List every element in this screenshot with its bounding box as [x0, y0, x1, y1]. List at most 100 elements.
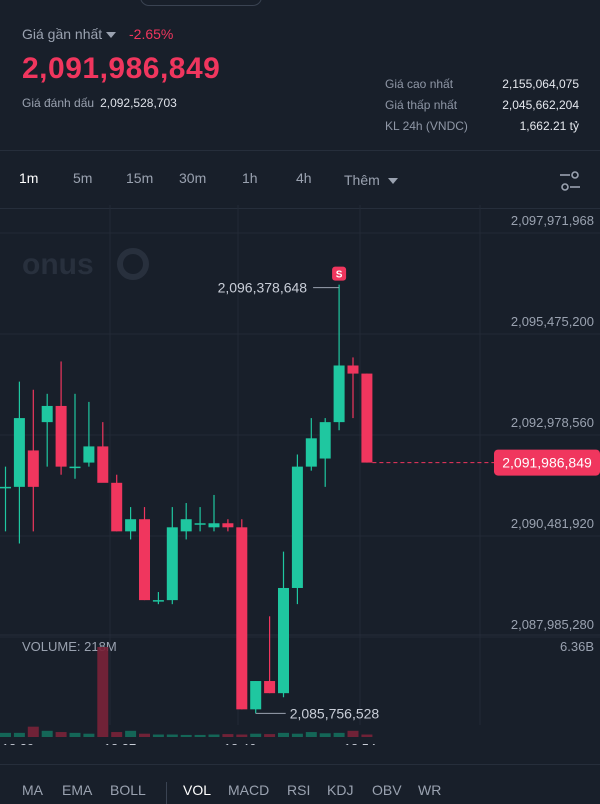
- candle-body: [152, 600, 164, 602]
- candle-body: [55, 405, 67, 467]
- candle-body: [236, 527, 248, 710]
- indicator-obv[interactable]: OBV: [372, 782, 402, 798]
- volume-bar: [264, 734, 276, 737]
- candle-body: [69, 466, 81, 469]
- stat-label: Giá cao nhất: [385, 77, 454, 91]
- high-label: 2,096,378,648: [218, 280, 308, 296]
- mark-price-value: 2,092,528,703: [100, 96, 177, 110]
- volume-bar: [111, 732, 123, 737]
- indicator-vol[interactable]: VOL: [183, 782, 211, 798]
- candle-body: [166, 527, 178, 601]
- candle-body: [222, 523, 234, 528]
- indicator-ma[interactable]: MA: [22, 782, 43, 798]
- candle-body: [278, 587, 289, 694]
- low-label: 2,085,756,528: [290, 705, 380, 721]
- stat-row: KL 24h (VNDC) 1,662.21 tỷ: [385, 119, 579, 140]
- candle-body: [125, 519, 137, 532]
- volume-bar: [152, 734, 164, 737]
- volume-bar: [305, 732, 317, 737]
- candle-body: [305, 438, 317, 467]
- price-header: Giá gần nhất -2.65% 2,091,986,849 Giá đá…: [0, 0, 600, 150]
- candle-body: [347, 365, 359, 374]
- mark-price-row: Giá đánh dấu 2,092,528,703: [22, 96, 177, 110]
- indicator-boll[interactable]: BOLL: [110, 782, 146, 798]
- y-tick-label: 2,090,481,920: [511, 516, 594, 531]
- candle-body: [361, 373, 373, 463]
- volume-bar: [319, 733, 331, 737]
- indicator-ema[interactable]: EMA: [62, 782, 92, 798]
- indicator-bar: MA EMA BOLL VOL MACD RSI KDJ OBV WR: [0, 772, 600, 804]
- stat-label: KL 24h (VNDC): [385, 119, 468, 133]
- candle-body: [27, 450, 39, 487]
- candle-body: [208, 523, 220, 528]
- volume-bar: [333, 732, 345, 737]
- tab-5m[interactable]: 5m: [73, 170, 92, 186]
- tab-30m[interactable]: 30m: [179, 170, 206, 186]
- candle-body: [111, 482, 123, 532]
- x-tick-label: 18:29: [2, 741, 35, 745]
- y-tick-label: 2,092,978,560: [511, 415, 594, 430]
- settings-sliders-icon[interactable]: [558, 170, 582, 192]
- candle-body: [250, 681, 262, 710]
- candle-body: [139, 519, 150, 601]
- volume-bar: [83, 733, 95, 737]
- last-price-label: Giá gần nhất: [22, 26, 103, 42]
- candle-body: [13, 418, 25, 487]
- volume-bar: [0, 732, 11, 737]
- chevron-down-icon: [106, 32, 117, 39]
- candle-body: [291, 466, 303, 588]
- candle-body: [264, 681, 276, 694]
- volume-bar: [69, 732, 81, 737]
- y-tick-label: 2,095,475,200: [511, 314, 594, 329]
- divider: [0, 150, 600, 151]
- volume-bar: [55, 732, 67, 737]
- stat-row: Giá cao nhất 2,155,064,075: [385, 77, 579, 98]
- volume-bar: [208, 734, 220, 737]
- volume-bar: [41, 730, 53, 737]
- volume-bar: [361, 734, 373, 737]
- divider: [0, 764, 600, 765]
- y-tick-label: 2,087,985,280: [511, 617, 594, 632]
- indicator-wr[interactable]: WR: [418, 782, 441, 798]
- tab-15m[interactable]: 15m: [126, 170, 153, 186]
- mark-price-label: Giá đánh dấu: [22, 96, 95, 110]
- last-price-selector[interactable]: Giá gần nhất: [22, 26, 117, 42]
- more-label: Thêm: [344, 172, 380, 188]
- timeframe-bar: 1m 5m 15m 30m 1h 4h Thêm: [0, 160, 600, 200]
- signal-marker-label: S: [336, 270, 343, 281]
- volume-bar: [222, 734, 234, 737]
- volume-bar: [166, 734, 178, 737]
- volume-bar: [347, 730, 359, 737]
- stat-value: 1,662.21 tỷ: [519, 119, 579, 133]
- volume-bar: [180, 734, 192, 737]
- candle-body: [194, 523, 206, 525]
- candle-body: [41, 405, 53, 423]
- candle-body: [97, 446, 109, 483]
- indicator-rsi[interactable]: RSI: [287, 782, 310, 798]
- volume-bar: [278, 732, 289, 737]
- tab-1h[interactable]: 1h: [242, 170, 258, 186]
- stats-panel: Giá cao nhất 2,155,064,075 Giá thấp nhất 2…: [385, 77, 579, 140]
- last-price-value: 2,091,986,849: [22, 52, 221, 85]
- tab-1m[interactable]: 1m: [19, 170, 38, 186]
- x-tick-label: 18:54: [344, 741, 377, 745]
- volume-bar: [125, 730, 137, 737]
- chevron-down-icon: [387, 178, 398, 185]
- stat-row: Giá thấp nhất 2,045,662,204: [385, 98, 579, 119]
- stat-label: Giá thấp nhất: [385, 98, 458, 112]
- indicator-divider: [166, 782, 167, 804]
- volume-bar: [27, 726, 39, 737]
- volume-bar: [236, 734, 248, 737]
- candle-body: [333, 365, 345, 423]
- candle-body: [319, 422, 331, 459]
- indicator-macd[interactable]: MACD: [228, 782, 269, 798]
- change-percent: -2.65%: [129, 26, 174, 42]
- stat-value: 2,155,064,075: [502, 77, 579, 91]
- tab-more[interactable]: Thêm: [344, 172, 398, 188]
- candle-body: [180, 519, 192, 532]
- indicator-kdj[interactable]: KDJ: [327, 782, 353, 798]
- candlestick-chart[interactable]: 2,097,971,968 2,095,475,200 2,092,978,560 2…: [0, 205, 600, 745]
- volume-bar: [194, 734, 206, 737]
- volume-bar: [139, 733, 150, 737]
- tab-4h[interactable]: 4h: [296, 170, 312, 186]
